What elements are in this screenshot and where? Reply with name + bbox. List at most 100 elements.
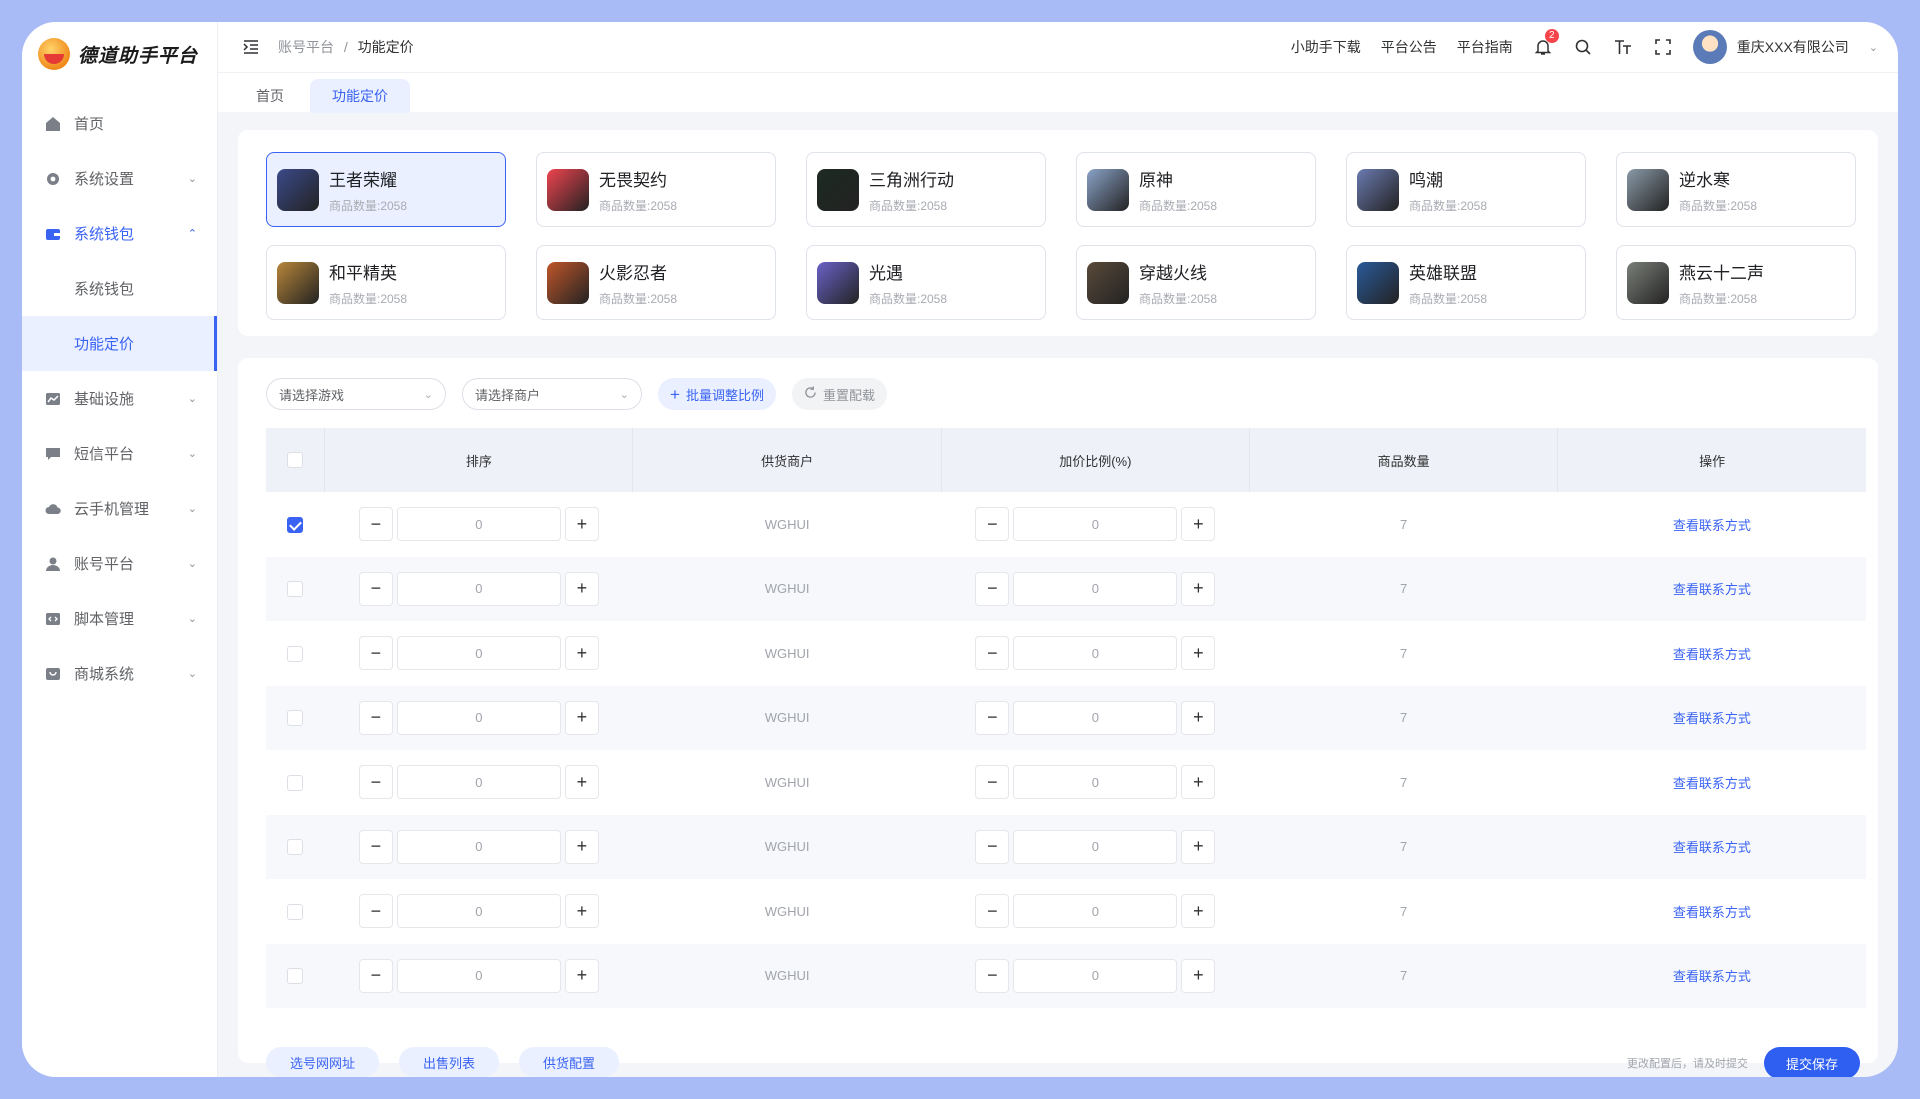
user-menu[interactable]: 重庆XXX有限公司 ⌄ [1692,30,1878,64]
sidebar-item-wallet[interactable]: 系统钱包 ⌃ [22,206,217,261]
increment-button[interactable]: + [564,829,599,864]
sort-stepper-value[interactable]: 0 [396,829,561,864]
logo[interactable]: 德道助手平台 [22,22,217,86]
row-checkbox[interactable] [287,710,304,727]
view-contact-link[interactable]: 查看联系方式 [1673,776,1751,791]
view-contact-link[interactable]: 查看联系方式 [1673,711,1751,726]
sidebar-item-infra[interactable]: 基础设施 ⌄ [22,371,217,426]
game-card[interactable]: 鸣潮 商品数量:2058 [1346,152,1586,227]
game-select[interactable]: 请选择游戏 ⌄ [266,378,446,410]
game-card[interactable]: 三角洲行动 商品数量:2058 [806,152,1046,227]
decrement-button[interactable]: − [358,700,393,735]
sort-stepper-value[interactable]: 0 [396,700,561,735]
increment-button[interactable]: + [1181,507,1216,542]
game-card[interactable]: 火影忍者 商品数量:2058 [536,245,776,320]
row-checkbox[interactable] [287,968,304,985]
supply-config-button[interactable]: 供货配置 [519,1047,620,1077]
view-contact-link[interactable]: 查看联系方式 [1673,647,1751,662]
decrement-button[interactable]: − [358,894,393,929]
tab-home[interactable]: 首页 [234,79,306,113]
ratio-stepper-value[interactable]: 0 [1013,700,1178,735]
view-contact-link[interactable]: 查看联系方式 [1673,582,1751,597]
decrement-button[interactable]: − [975,958,1010,993]
sidebar-item-sms[interactable]: 短信平台 ⌄ [22,426,217,481]
decrement-button[interactable]: − [975,829,1010,864]
game-card[interactable]: 逆水寒 商品数量:2058 [1616,152,1856,227]
game-card[interactable]: 光遇 商品数量:2058 [806,245,1046,320]
ratio-stepper-value[interactable]: 0 [1013,636,1178,671]
decrement-button[interactable]: − [358,636,393,671]
ratio-stepper-value[interactable]: 0 [1013,894,1178,929]
increment-button[interactable]: + [564,958,599,993]
decrement-button[interactable]: − [975,765,1010,800]
sidebar-subitem-pricing[interactable]: 功能定价 [22,316,217,371]
sale-list-button[interactable]: 出售列表 [399,1047,500,1077]
view-contact-link[interactable]: 查看联系方式 [1673,905,1751,920]
header-select-all[interactable] [266,428,326,492]
sort-stepper-value[interactable]: 0 [396,894,561,929]
search-icon[interactable] [1573,37,1593,57]
sidebar-item-cloud-phone[interactable]: 云手机管理 ⌄ [22,481,217,536]
increment-button[interactable]: + [564,571,599,606]
sidebar-item-account[interactable]: 账号平台 ⌄ [22,536,217,591]
view-contact-link[interactable]: 查看联系方式 [1673,840,1751,855]
increment-button[interactable]: + [1181,765,1216,800]
view-contact-link[interactable]: 查看联系方式 [1673,969,1751,984]
decrement-button[interactable]: − [358,507,393,542]
batch-adjust-button[interactable]: + 批量调整比例 [658,378,776,410]
game-card[interactable]: 王者荣耀 商品数量:2058 [266,152,506,227]
font-size-icon[interactable] [1613,37,1633,57]
decrement-button[interactable]: − [975,636,1010,671]
merchant-select[interactable]: 请选择商户 ⌄ [462,378,642,410]
game-card[interactable]: 燕云十二声 商品数量:2058 [1616,245,1856,320]
decrement-button[interactable]: − [358,765,393,800]
sort-stepper-value[interactable]: 0 [396,958,561,993]
decrement-button[interactable]: − [975,700,1010,735]
view-contact-link[interactable]: 查看联系方式 [1673,518,1751,533]
game-card[interactable]: 无畏契约 商品数量:2058 [536,152,776,227]
sidebar-item-home[interactable]: 首页 [22,96,217,151]
decrement-button[interactable]: − [358,829,393,864]
sidebar-item-settings[interactable]: 系统设置 ⌄ [22,151,217,206]
decrement-button[interactable]: − [358,571,393,606]
game-card[interactable]: 和平精英 商品数量:2058 [266,245,506,320]
increment-button[interactable]: + [1181,894,1216,929]
sort-stepper-value[interactable]: 0 [396,507,561,542]
increment-button[interactable]: + [1181,571,1216,606]
ratio-stepper-value[interactable]: 0 [1013,958,1178,993]
submit-save-button[interactable]: 提交保存 [1763,1047,1860,1077]
row-checkbox[interactable] [287,581,304,598]
ratio-stepper-value[interactable]: 0 [1013,829,1178,864]
increment-button[interactable]: + [564,894,599,929]
game-card[interactable]: 穿越火线 商品数量:2058 [1076,245,1316,320]
sidebar-item-scripts[interactable]: 脚本管理 ⌄ [22,591,217,646]
tab-pricing[interactable]: 功能定价 [310,79,410,113]
increment-button[interactable]: + [1181,636,1216,671]
decrement-button[interactable]: − [975,894,1010,929]
site-url-button[interactable]: 选号网网址 [266,1047,380,1077]
ratio-stepper-value[interactable]: 0 [1013,507,1178,542]
breadcrumb-item[interactable]: 账号平台 [278,39,334,55]
fullscreen-icon[interactable] [1653,37,1673,57]
sidebar-subitem-wallet[interactable]: 系统钱包 [22,261,217,316]
download-link[interactable]: 小助手下载 [1291,37,1361,57]
ratio-stepper-value[interactable]: 0 [1013,571,1178,606]
guide-link[interactable]: 平台指南 [1457,37,1513,57]
game-card[interactable]: 英雄联盟 商品数量:2058 [1346,245,1586,320]
increment-button[interactable]: + [1181,700,1216,735]
increment-button[interactable]: + [564,636,599,671]
increment-button[interactable]: + [1181,958,1216,993]
reset-button[interactable]: 重置配载 [791,378,887,410]
decrement-button[interactable]: − [358,958,393,993]
sort-stepper-value[interactable]: 0 [396,571,561,606]
increment-button[interactable]: + [564,507,599,542]
ratio-stepper-value[interactable]: 0 [1013,765,1178,800]
game-card[interactable]: 原神 商品数量:2058 [1076,152,1316,227]
row-checkbox[interactable] [287,516,304,533]
row-checkbox[interactable] [287,774,304,791]
sort-stepper-value[interactable]: 0 [396,636,561,671]
row-checkbox[interactable] [287,645,304,662]
increment-button[interactable]: + [564,700,599,735]
announcement-link[interactable]: 平台公告 [1381,37,1437,57]
decrement-button[interactable]: − [975,507,1010,542]
